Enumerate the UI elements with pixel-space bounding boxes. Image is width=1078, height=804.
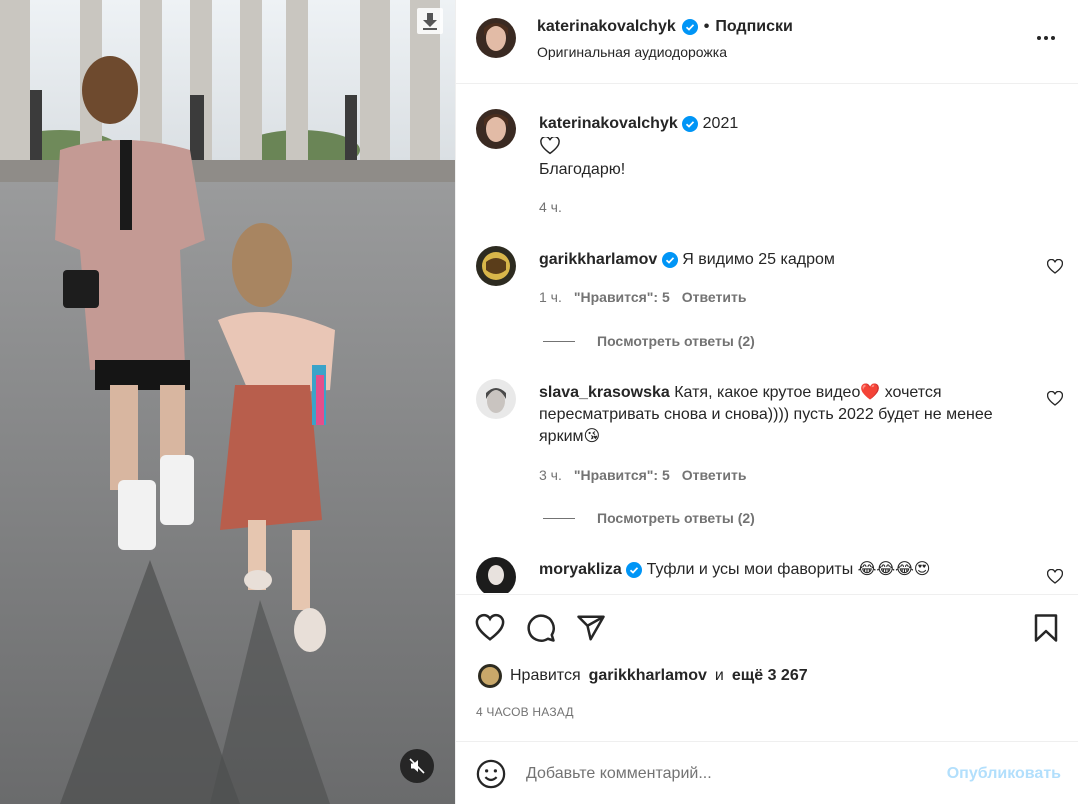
add-comment-form: Опубликовать: [456, 741, 1078, 804]
post-details-panel: katerinakovalchyk • Подписки Оригинальна…: [455, 0, 1078, 804]
following-button[interactable]: Подписки: [715, 18, 792, 36]
comment-meta: 3 ч. "Нравится": 5 Ответить: [539, 467, 746, 483]
caption-text: Благодарю!: [539, 161, 626, 178]
comment-meta: 1 ч. "Нравится": 5 Ответить: [539, 289, 746, 305]
post-video[interactable]: [0, 0, 455, 804]
comment-text-cont: ярким😘: [539, 428, 601, 445]
download-icon: [423, 13, 437, 30]
comment-timestamp[interactable]: 1 ч.: [539, 289, 562, 305]
comment-avatar[interactable]: [476, 379, 516, 419]
verified-badge-icon: [626, 561, 643, 578]
comments-list[interactable]: katerinakovalchyk 2021 Благодарю! 4 ч. g…: [456, 85, 1078, 593]
download-button[interactable]: [417, 8, 443, 34]
comment-like-icon[interactable]: [1047, 259, 1063, 275]
reply-button[interactable]: Ответить: [682, 467, 747, 483]
author-line: katerinakovalchyk • Подписки: [537, 18, 793, 36]
caption-timestamp[interactable]: 4 ч.: [539, 199, 562, 215]
more-options-button[interactable]: [1035, 28, 1057, 48]
reply-button[interactable]: Ответить: [682, 289, 747, 305]
likes-conj: и: [714, 667, 724, 684]
paper-plane-icon[interactable]: [576, 613, 606, 643]
caption-username[interactable]: katerinakovalchyk: [539, 115, 678, 132]
caption-year: 2021: [702, 115, 739, 132]
comment-username[interactable]: slava_krasowska: [539, 384, 670, 401]
speaker-muted-icon: [409, 758, 425, 774]
heart-icon[interactable]: [475, 613, 505, 643]
comment-likes-count[interactable]: "Нравится": 5: [574, 467, 670, 483]
mute-toggle-button[interactable]: [400, 749, 434, 783]
caption-time: 4 ч.: [539, 199, 562, 215]
comment-text: Катя, какое крутое видео❤️ хочется: [674, 384, 942, 401]
author-avatar[interactable]: [476, 18, 516, 58]
audio-track-link[interactable]: Оригинальная аудиодорожка: [537, 44, 727, 60]
comment-input[interactable]: [526, 760, 926, 788]
bookmark-icon[interactable]: [1031, 613, 1061, 643]
comment-line: garikkharlamov Я видимо 25 кадром: [539, 249, 835, 271]
comment-line: moryakliza Туфли и усы мои фавориты 😂😂😂😍: [539, 559, 930, 581]
likes-prefix: Нравится: [510, 667, 581, 684]
liker-avatar[interactable]: [478, 664, 502, 688]
video-frame: [0, 0, 455, 804]
publish-button[interactable]: Опубликовать: [947, 765, 1061, 783]
view-replies-button[interactable]: Посмотреть ответы (2): [543, 333, 755, 349]
verified-badge-icon: [682, 115, 699, 132]
comment-likes-count[interactable]: "Нравится": 5: [574, 289, 670, 305]
comment-like-icon[interactable]: [1047, 569, 1063, 585]
likes-summary: Нравится garikkharlamov и ещё 3 267: [478, 664, 808, 688]
heart-outline-icon: [540, 137, 560, 155]
verified-badge-icon: [661, 251, 678, 268]
author-username[interactable]: katerinakovalchyk: [537, 18, 676, 36]
verified-badge-icon: [681, 19, 698, 35]
emoji-icon[interactable]: [476, 759, 506, 789]
post-header: katerinakovalchyk • Подписки Оригинальна…: [456, 0, 1078, 84]
comment-icon[interactable]: [526, 613, 556, 643]
likes-others-link[interactable]: ещё 3 267: [732, 667, 808, 685]
comment-text: Я видимо 25 кадром: [682, 251, 835, 268]
more-horizontal-icon: [1037, 36, 1041, 40]
comment-timestamp[interactable]: 3 ч.: [539, 467, 562, 483]
replies-divider: [543, 340, 575, 342]
comment-like-icon[interactable]: [1047, 391, 1063, 407]
caption-line: katerinakovalchyk 2021: [539, 113, 738, 135]
replies-divider: [543, 517, 575, 519]
comment-username[interactable]: garikkharlamov: [539, 251, 657, 268]
header-separator: •: [703, 18, 710, 35]
post-timestamp[interactable]: 4 ЧАСОВ НАЗАД: [476, 705, 574, 719]
comment-text: Туфли и усы мои фавориты 😂😂😂😍: [646, 561, 931, 578]
comment-line: slava_krasowska Катя, какое крутое видео…: [539, 382, 1059, 404]
caption-avatar[interactable]: [476, 109, 516, 149]
comment-username[interactable]: moryakliza: [539, 561, 622, 578]
view-replies-button[interactable]: Посмотреть ответы (2): [543, 510, 755, 526]
comment-avatar[interactable]: [476, 246, 516, 286]
comment-avatar[interactable]: [476, 557, 516, 593]
liker-username[interactable]: garikkharlamov: [589, 667, 707, 685]
comment-text-cont: пересматривать снова и снова)))) пусть 2…: [539, 406, 993, 423]
view-replies-label: Посмотреть ответы (2): [597, 333, 755, 349]
view-replies-label: Посмотреть ответы (2): [597, 510, 755, 526]
